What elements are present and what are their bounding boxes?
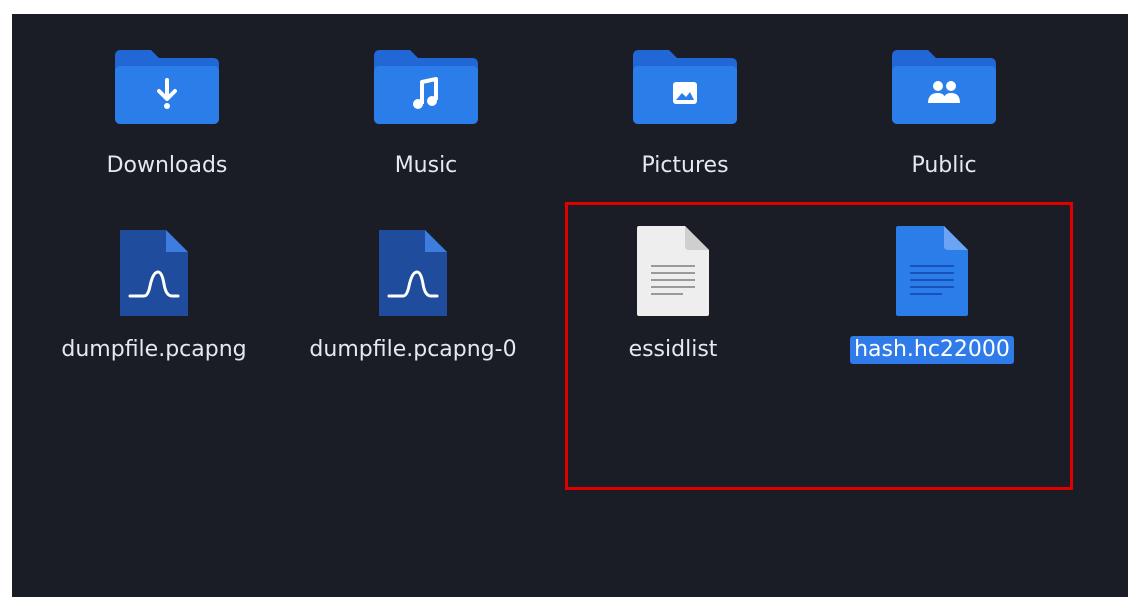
text-file-blue-icon <box>896 226 968 316</box>
file-item-music[interactable]: Music <box>316 46 536 180</box>
file-name: Downloads <box>106 153 228 178</box>
folder-public-icon <box>892 50 996 124</box>
file-item-hash-hc22000[interactable]: hash.hc22000 <box>822 210 1042 364</box>
folder-pictures-icon <box>633 50 737 124</box>
file-name: dumpfile.pcapng-0 <box>309 337 517 362</box>
file-name: Public <box>911 153 977 178</box>
file-name: Music <box>394 153 458 178</box>
file-name: essidlist <box>628 337 718 362</box>
pcap-file-icon <box>379 230 447 316</box>
folder-download-icon <box>115 50 219 124</box>
folder-music-icon <box>374 50 478 124</box>
file-item-pictures[interactable]: Pictures <box>575 46 795 180</box>
text-file-icon <box>637 226 709 316</box>
file-name: dumpfile.pcapng <box>61 337 247 362</box>
file-item-public[interactable]: Public <box>834 46 1054 180</box>
file-item-dumpfile-pcapng-0[interactable]: dumpfile.pcapng-0 <box>303 210 523 364</box>
file-manager-icon-view: Downloads Music Pictures Public dumpfile… <box>12 14 1128 597</box>
file-item-downloads[interactable]: Downloads <box>57 46 277 180</box>
file-name: Pictures <box>641 153 729 178</box>
screenshot-frame: Downloads Music Pictures Public dumpfile… <box>0 0 1128 597</box>
file-name-selected: hash.hc22000 <box>850 336 1014 364</box>
file-item-essidlist[interactable]: essidlist <box>563 210 783 364</box>
pcap-file-icon <box>120 230 188 316</box>
file-item-dumpfile-pcapng[interactable]: dumpfile.pcapng <box>44 210 264 364</box>
